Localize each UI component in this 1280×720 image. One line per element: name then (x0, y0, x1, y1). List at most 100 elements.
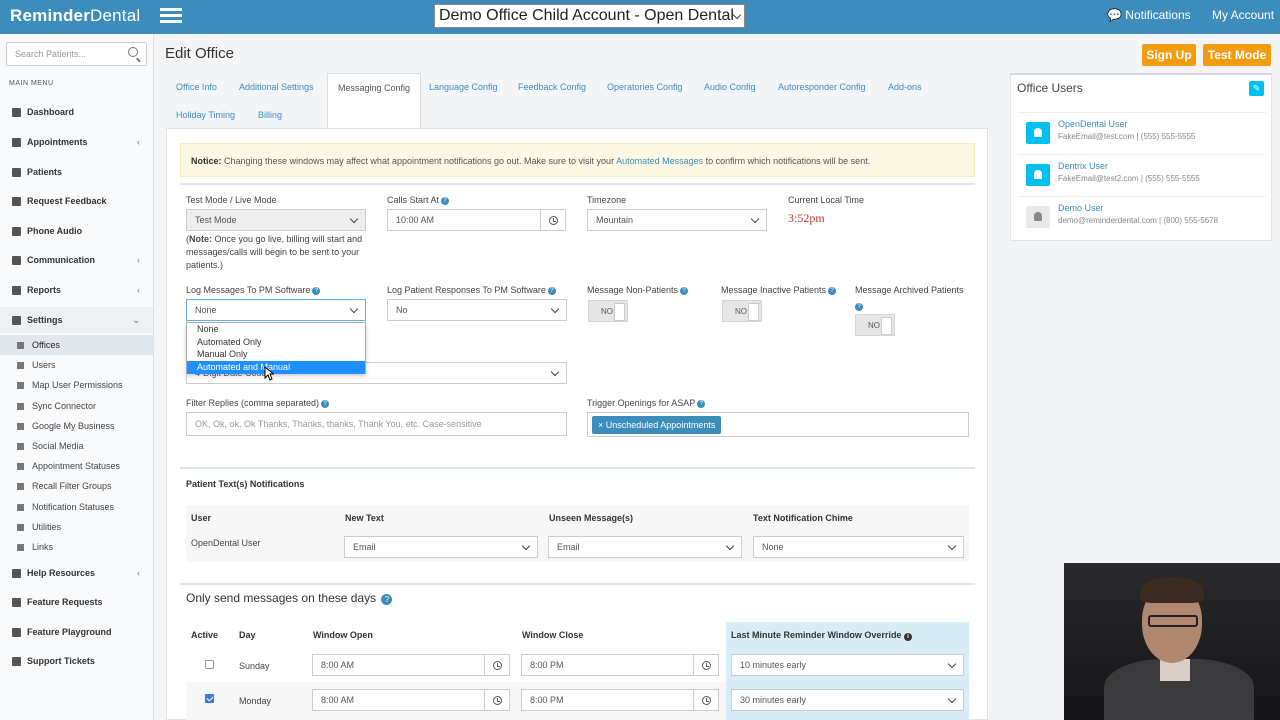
user-name-link[interactable]: OpenDental User (1058, 119, 1128, 129)
help-icon[interactable]: ? (828, 286, 837, 295)
tab-holiday-timing[interactable]: Holiday Timing (166, 101, 245, 129)
dropdown-option-manual-only[interactable]: Manual Only (187, 348, 365, 361)
dropdown-option-none[interactable]: None (187, 323, 365, 336)
sidebar-item-settings[interactable]: Settings ⌄ (0, 307, 153, 333)
user-name-link[interactable]: Dentrix User (1058, 161, 1108, 171)
sidebar-item-appointments[interactable]: Appointments ‹ (0, 129, 153, 155)
tab-autoresponder-config[interactable]: Autoresponder Config (768, 73, 876, 101)
sidebar-item-phone-audio[interactable]: Phone Audio (0, 218, 153, 244)
tab-office-info[interactable]: Office Info (166, 73, 227, 101)
sidebar-item-communication[interactable]: Communication ‹ (0, 247, 153, 273)
help-icon[interactable]: ? (441, 196, 450, 205)
sidebar-sub-notification-statuses[interactable]: Notification Statuses (0, 497, 153, 517)
new-text-select[interactable]: Email (344, 536, 538, 558)
clock-icon[interactable] (484, 654, 510, 676)
help-icon[interactable]: ? (697, 399, 706, 408)
search-patients-input[interactable]: Search Patients... (6, 42, 147, 66)
window-open-input[interactable]: 8:00 AM (312, 654, 485, 676)
my-account-link[interactable]: My Account (1212, 8, 1274, 22)
help-icon[interactable]: ? (680, 286, 689, 295)
sidebar-item-feature-playground[interactable]: Feature Playground (0, 619, 153, 645)
sidebar-item-dashboard[interactable]: Dashboard (0, 99, 153, 125)
override-select[interactable]: 30 minutes early (731, 689, 964, 711)
sidebar-item-patients[interactable]: Patients (0, 159, 153, 185)
notifications-link[interactable]: 💬 Notifications (1107, 8, 1191, 22)
window-close-input[interactable]: 8:00 PM (521, 654, 694, 676)
sidebar-sub-google-my-business[interactable]: Google My Business (0, 416, 153, 436)
help-icon[interactable]: ? (381, 594, 393, 606)
active-checkbox-sunday[interactable] (205, 660, 214, 669)
webcam-overlay (1064, 563, 1280, 720)
tab-add-ons[interactable]: Add-ons (878, 73, 932, 101)
help-icon[interactable]: ? (312, 286, 321, 295)
sign-up-button[interactable]: Sign Up (1142, 44, 1196, 66)
patient-text-notifications-heading: Patient Text(s) Notifications (186, 479, 305, 489)
help-icon[interactable]: ? (547, 286, 556, 295)
send-days-heading: Only send messages on these days ? (186, 591, 393, 606)
log-responses-select[interactable]: No (387, 299, 567, 321)
override-select[interactable]: 10 minutes early (731, 654, 964, 676)
test-live-mode-select[interactable]: Test Mode (186, 209, 366, 231)
filter-replies-label: Filter Replies (comma separated)? (186, 398, 330, 408)
dropdown-option-automated-only[interactable]: Automated Only (187, 336, 365, 349)
non-patients-toggle[interactable]: NO (588, 300, 628, 322)
dropdown-option-automated-and-manual[interactable]: Automated and Manual (187, 361, 365, 374)
timezone-select[interactable]: Mountain (587, 209, 767, 231)
filter-replies-input[interactable]: OK, Ok, ok, Ok Thanks, Thanks, thanks, T… (186, 412, 567, 436)
sidebar-sub-users[interactable]: Users (0, 355, 153, 375)
sidebar-sub-utilities[interactable]: Utilities (0, 517, 153, 537)
user-contact: FakeEmail@test2.com | (555) 555-5555 (1058, 174, 1200, 183)
sidebar-item-feature-requests[interactable]: Feature Requests (0, 589, 153, 615)
archived-patients-toggle[interactable]: NO (855, 314, 895, 336)
clock-icon[interactable] (693, 654, 719, 676)
test-mode-button[interactable]: Test Mode (1203, 44, 1271, 66)
edit-icon[interactable]: ✎ (1249, 81, 1264, 96)
calls-start-input[interactable]: 10:00 AM (387, 209, 541, 231)
tab-billing[interactable]: Billing (248, 101, 292, 129)
sidebar-sub-recall-filter-groups[interactable]: Recall Filter Groups (0, 476, 153, 496)
sidebar-item-request-feedback[interactable]: Request Feedback (0, 188, 153, 214)
tab-audio-config[interactable]: Audio Config (694, 73, 766, 101)
calendar-icon (12, 137, 21, 147)
tab-additional-settings[interactable]: Additional Settings (229, 73, 324, 101)
office-user-row[interactable]: OpenDental User FakeEmail@test.com | (55… (1018, 112, 1266, 152)
clock-icon[interactable] (484, 689, 510, 711)
office-user-row[interactable]: Demo User demo@reminderdental.com | (800… (1018, 196, 1266, 236)
help-icon[interactable]: ? (321, 399, 330, 408)
clock-icon[interactable] (540, 209, 566, 231)
log-responses-label: Log Patient Responses To PM Software? (387, 285, 556, 295)
inactive-patients-toggle[interactable]: NO (722, 300, 762, 322)
sidebar-sub-offices[interactable]: Offices (0, 335, 153, 355)
chevron-down-icon: ⌄ (132, 314, 140, 325)
unseen-message-select[interactable]: Email (548, 536, 742, 558)
menu-toggle-icon[interactable] (160, 8, 182, 25)
user-name-link[interactable]: Demo User (1058, 203, 1104, 213)
tab-language-config[interactable]: Language Config (419, 73, 508, 101)
tab-feedback-config[interactable]: Feedback Config (508, 73, 596, 101)
info-icon[interactable]: i (903, 633, 912, 641)
sidebar-sub-links[interactable]: Links (0, 537, 153, 557)
unscheduled-appointments-tag[interactable]: × Unscheduled Appointments (592, 416, 722, 434)
sidebar-item-support-tickets[interactable]: Support Tickets (0, 648, 153, 674)
window-open-input[interactable]: 8:00 AM (312, 689, 485, 711)
sidebar-sub-social-media[interactable]: Social Media (0, 436, 153, 456)
automated-messages-link[interactable]: Automated Messages (616, 156, 703, 166)
active-checkbox-monday[interactable] (205, 694, 214, 703)
notification-chime-select[interactable]: None (753, 536, 964, 558)
sidebar-sub-sync-connector[interactable]: Sync Connector (0, 396, 153, 416)
sidebar-item-help-resources[interactable]: Help Resources ‹ (0, 560, 153, 586)
search-icon[interactable] (128, 47, 138, 57)
tab-messaging-config[interactable]: Messaging Config (327, 73, 422, 129)
office-user-row[interactable]: Dentrix User FakeEmail@test2.com | (555)… (1018, 154, 1266, 194)
sidebar-item-reports[interactable]: Reports ‹ (0, 277, 153, 303)
logo[interactable]: ReminderDental (10, 6, 140, 26)
account-select[interactable]: Demo Office Child Account - Open Dental (434, 4, 745, 28)
window-close-input[interactable]: 8:00 PM (521, 689, 694, 711)
sidebar-sub-map-user-permissions[interactable]: Map User Permissions (0, 375, 153, 395)
main-menu-heading: MAIN MENU (9, 80, 54, 87)
help-icon[interactable]: ? (855, 301, 863, 311)
tab-operatories-config[interactable]: Operatories Config (597, 73, 693, 101)
clock-icon[interactable] (693, 689, 719, 711)
sidebar-sub-appointment-statuses[interactable]: Appointment Statuses (0, 456, 153, 476)
log-messages-select[interactable]: None (186, 299, 366, 321)
